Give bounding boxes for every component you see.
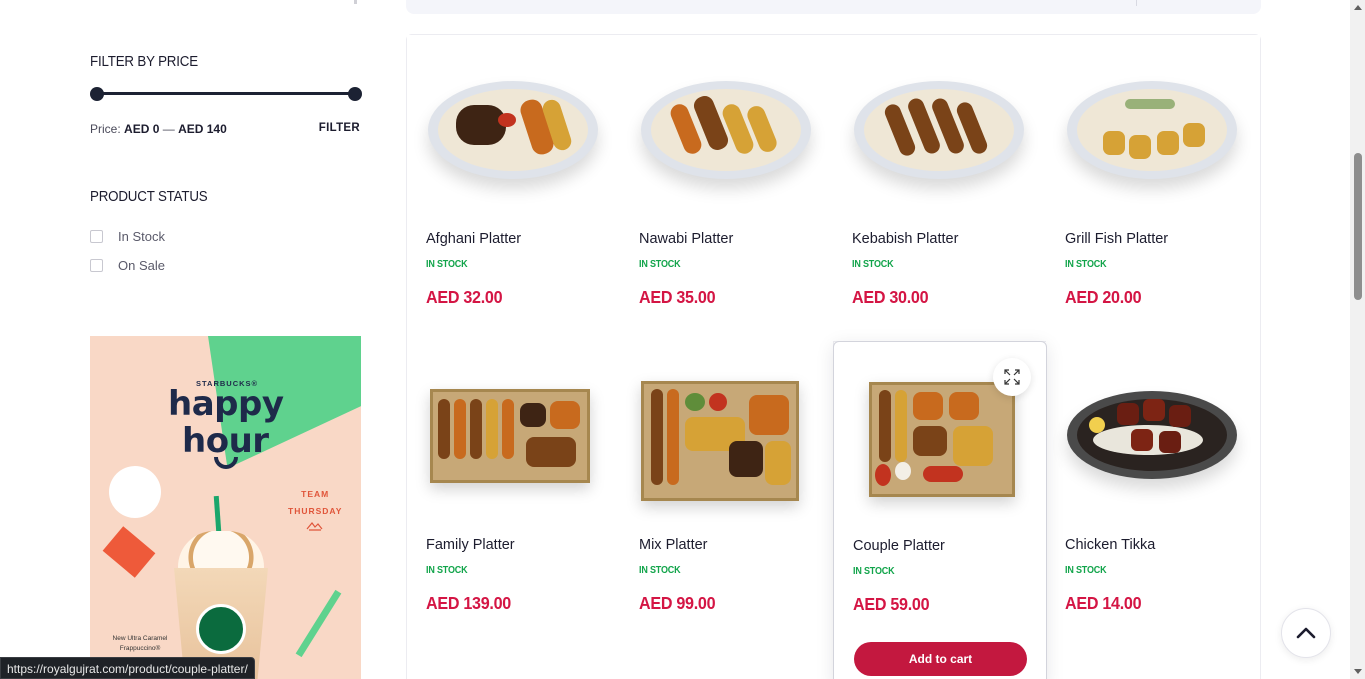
product-card[interactable]: Mix Platter IN STOCK AED 99.00 xyxy=(620,341,834,648)
product-price: AED 139.00 xyxy=(426,593,511,613)
product-price: AED 99.00 xyxy=(639,593,716,613)
crown-doodle-icon xyxy=(306,522,323,531)
scroll-to-top-button[interactable] xyxy=(1281,608,1331,658)
stock-badge: IN STOCK xyxy=(1065,565,1107,576)
product-card[interactable]: Nawabi Platter IN STOCK AED 35.00 xyxy=(620,35,834,342)
on-sale-checkbox[interactable]: On Sale xyxy=(90,258,165,273)
quick-view-button[interactable] xyxy=(993,358,1031,396)
product-name[interactable]: Afghani Platter xyxy=(426,231,521,247)
product-card[interactable]: Chicken Tikka IN STOCK AED 14.00 xyxy=(1046,341,1260,648)
product-card[interactable]: Family Platter IN STOCK AED 139.00 xyxy=(407,341,621,648)
in-stock-checkbox[interactable]: In Stock xyxy=(90,229,165,244)
divider xyxy=(354,0,357,4)
checkbox-label: In Stock xyxy=(118,229,165,244)
product-image[interactable] xyxy=(639,381,813,501)
product-price: AED 20.00 xyxy=(1065,287,1142,307)
product-price: AED 32.00 xyxy=(426,287,503,307)
stock-badge: IN STOCK xyxy=(852,259,894,270)
starbucks-promo-banner[interactable]: STARBUCKS® happy hour TEAM THURSDAY New … xyxy=(90,336,361,679)
product-image[interactable] xyxy=(852,75,1026,195)
stock-badge: IN STOCK xyxy=(426,565,468,576)
product-grid: Afghani Platter IN STOCK AED 32.00 Nawab… xyxy=(406,34,1261,679)
product-card[interactable] xyxy=(407,647,621,679)
price-min: AED 0 xyxy=(124,122,160,136)
stock-badge: IN STOCK xyxy=(853,566,895,577)
slider-handle-max[interactable] xyxy=(348,87,362,101)
plate xyxy=(854,81,1024,179)
product-price: AED 14.00 xyxy=(1065,593,1142,613)
banner-headline-1: happy xyxy=(168,384,284,424)
product-price: AED 35.00 xyxy=(639,287,716,307)
checkbox-box[interactable] xyxy=(90,230,103,243)
banner-caption: New Ultra Caramel Frappuccino® xyxy=(112,635,168,652)
filter-price-title: FILTER BY PRICE xyxy=(90,54,198,70)
product-name[interactable]: Chicken Tikka xyxy=(1065,537,1155,553)
product-name[interactable]: Family Platter xyxy=(426,537,515,553)
scroll-down-arrow-icon[interactable] xyxy=(1354,669,1362,674)
price-range-readout: Price: AED 0 — AED 140 FILTER xyxy=(90,122,362,136)
scrollbar-thumb[interactable] xyxy=(1354,153,1362,300)
banner-tag-line-1: TEAM xyxy=(301,489,330,499)
page-scrollbar[interactable] xyxy=(1350,0,1365,679)
product-card[interactable]: Grill Fish Platter IN STOCK AED 20.00 xyxy=(1046,35,1260,342)
stock-badge: IN STOCK xyxy=(639,259,681,270)
plate xyxy=(428,81,598,179)
banner-shape xyxy=(295,589,342,658)
drink-straw xyxy=(213,495,222,533)
product-image[interactable] xyxy=(639,75,813,195)
product-image[interactable] xyxy=(426,381,600,501)
product-name[interactable]: Kebabish Platter xyxy=(852,231,958,247)
product-name[interactable]: Grill Fish Platter xyxy=(1065,231,1168,247)
shop-toolbar xyxy=(406,0,1261,14)
expand-icon xyxy=(1004,369,1020,385)
slider-track xyxy=(97,92,355,95)
product-card[interactable]: Kebabish Platter IN STOCK AED 30.00 xyxy=(833,35,1047,342)
filter-button[interactable]: FILTER xyxy=(319,122,360,134)
banner-shape xyxy=(109,466,161,518)
product-name[interactable]: Nawabi Platter xyxy=(639,231,733,247)
product-card[interactable]: Couple Platter IN STOCK AED 59.00 Add to… xyxy=(833,341,1047,679)
price-label: Price: xyxy=(90,122,121,136)
banner-headline-2: hour xyxy=(182,421,269,461)
price-max: AED 140 xyxy=(178,122,227,136)
add-to-cart-button[interactable]: Add to cart xyxy=(854,642,1027,676)
price-dash: — xyxy=(162,122,175,136)
checkbox-label: On Sale xyxy=(118,258,165,273)
product-image[interactable] xyxy=(426,75,600,195)
price-range-slider[interactable] xyxy=(90,87,362,101)
banner-shape xyxy=(102,526,156,578)
divider xyxy=(1136,0,1137,6)
product-image[interactable] xyxy=(1065,381,1239,501)
product-price: AED 59.00 xyxy=(853,594,930,614)
plate xyxy=(1067,81,1237,179)
slider-handle-min[interactable] xyxy=(90,87,104,101)
stock-badge: IN STOCK xyxy=(426,259,468,270)
plate xyxy=(641,81,811,179)
product-image[interactable] xyxy=(1065,75,1239,195)
scroll-up-arrow-icon[interactable] xyxy=(1354,5,1362,10)
product-card[interactable] xyxy=(620,647,834,679)
chevron-up-icon xyxy=(1296,627,1316,639)
product-image[interactable] xyxy=(853,382,1027,502)
product-status-title: PRODUCT STATUS xyxy=(90,189,208,205)
product-card[interactable]: Afghani Platter IN STOCK AED 32.00 xyxy=(407,35,621,342)
banner-tag: TEAM THURSDAY xyxy=(288,486,342,537)
starbucks-logo-icon xyxy=(196,604,246,654)
product-name[interactable]: Mix Platter xyxy=(639,537,708,553)
stock-badge: IN STOCK xyxy=(1065,259,1107,270)
link-preview-status: https://royalgujrat.com/product/couple-p… xyxy=(0,657,255,679)
product-name[interactable]: Couple Platter xyxy=(853,538,945,554)
banner-smile-shape xyxy=(214,457,238,469)
checkbox-box[interactable] xyxy=(90,259,103,272)
product-card[interactable] xyxy=(1046,647,1260,679)
product-price: AED 30.00 xyxy=(852,287,929,307)
banner-tag-line-2: THURSDAY xyxy=(288,506,343,516)
stock-badge: IN STOCK xyxy=(639,565,681,576)
